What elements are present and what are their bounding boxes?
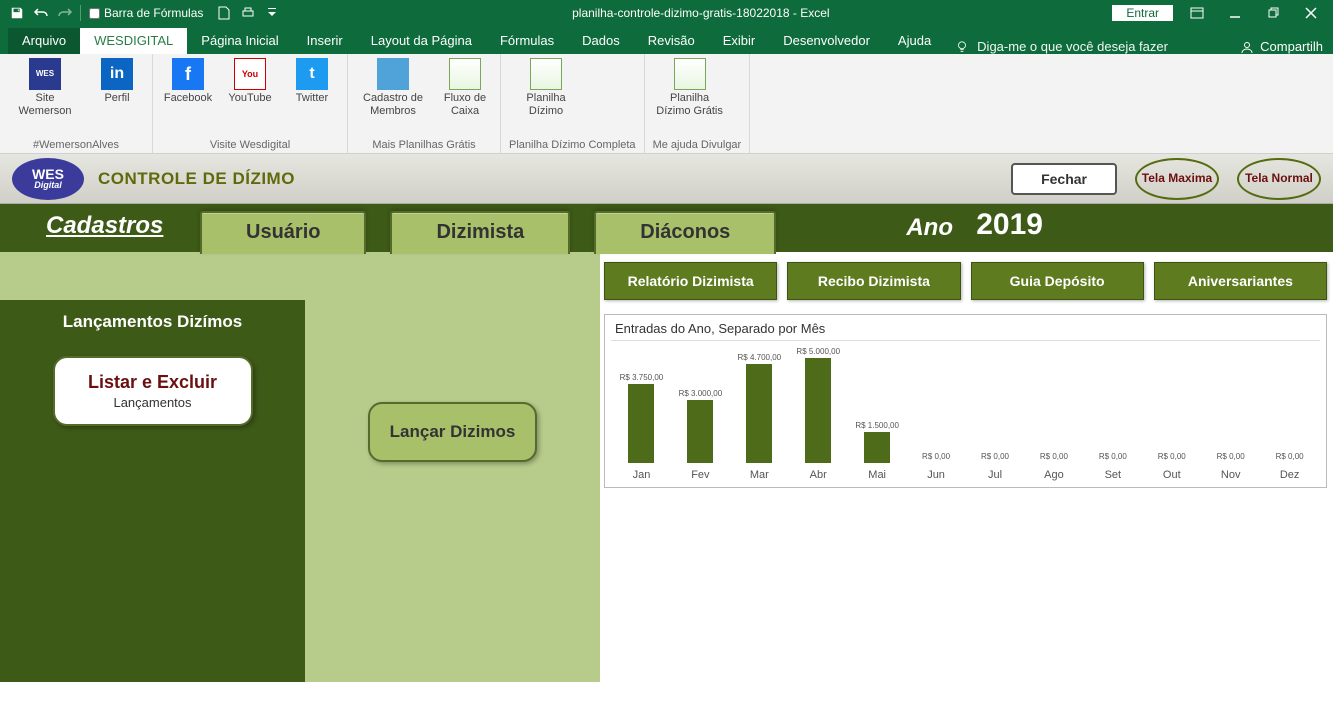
ribbon-cadastro-de-membros[interactable]: Cadastro de Membros — [356, 58, 430, 117]
ribbon-group-label: Me ajuda Divulgar — [653, 137, 742, 151]
lancar-dizimos-button[interactable]: Lançar Dizimos — [368, 402, 538, 462]
wes-logo: WES Digital — [12, 158, 84, 200]
lancamentos-title: Lançamentos Dizímos — [22, 312, 283, 332]
ribbon-perfil[interactable]: inPerfil — [90, 58, 144, 105]
aniversariantes-button[interactable]: Aniversariantes — [1154, 262, 1327, 300]
tell-me-search[interactable]: Diga-me o que você deseja fazer — [955, 39, 1168, 54]
ribbon-facebook[interactable]: fFacebook — [161, 58, 215, 105]
ribbon-group-label: Mais Planilhas Grátis — [356, 137, 492, 151]
tab-inserir[interactable]: Inserir — [293, 28, 357, 54]
share-icon — [1240, 40, 1254, 54]
chart-bar-fev: R$ 3.000,00Fev — [672, 345, 729, 481]
site-wemerson-icon: WES — [29, 58, 61, 90]
tab-revis-o[interactable]: Revisão — [634, 28, 709, 54]
tab-usu-rio[interactable]: Usuário — [200, 211, 366, 254]
sign-in-button[interactable]: Entrar — [1112, 5, 1173, 21]
tab-wesdigital[interactable]: WESDIGITAL — [80, 28, 187, 54]
ribbon-group-label: Visite Wesdigital — [161, 137, 339, 151]
planilha-d-zimo-icon — [530, 58, 562, 90]
tela-maxima-button[interactable]: Tela Maxima — [1135, 158, 1219, 200]
tab-ajuda[interactable]: Ajuda — [884, 28, 945, 54]
youtube-icon: You — [234, 58, 266, 90]
new-file-icon[interactable] — [215, 4, 233, 22]
lightbulb-icon — [955, 40, 969, 54]
guia-dep-sito-button[interactable]: Guia Depósito — [971, 262, 1144, 300]
ribbon-site-wemerson[interactable]: WESSite Wemerson — [8, 58, 82, 117]
tab-file[interactable]: Arquivo — [8, 28, 80, 54]
chart-title: Entradas do Ano, Separado por Mês — [611, 319, 1320, 341]
ribbon-twitter[interactable]: tTwitter — [285, 58, 339, 105]
quick-print-icon[interactable] — [239, 4, 257, 22]
tab-exibir[interactable]: Exibir — [709, 28, 770, 54]
chart-bar-out: R$ 0,00Out — [1143, 345, 1200, 481]
chart-bar-dez: R$ 0,00Dez — [1261, 345, 1318, 481]
chart-entradas-ano: Entradas do Ano, Separado por Mês R$ 3.7… — [604, 314, 1327, 488]
tab-layout-da-p-gina[interactable]: Layout da Página — [357, 28, 486, 54]
recibo-dizimista-button[interactable]: Recibo Dizimista — [787, 262, 960, 300]
ribbon-group-label: Planilha Dízimo Completa — [509, 137, 636, 151]
ano-label: Ano — [906, 214, 953, 242]
window-title: planilha-controle-dizimo-gratis-18022018… — [289, 6, 1112, 20]
tab-p-gina-inicial[interactable]: Página Inicial — [187, 28, 292, 54]
tab-di-conos[interactable]: Diáconos — [594, 211, 776, 254]
cadastro-de-membros-icon — [377, 58, 409, 90]
formula-bar-label: Barra de Fórmulas — [104, 6, 203, 20]
restore-icon[interactable] — [1259, 3, 1287, 23]
qat-customize-icon[interactable] — [263, 4, 281, 22]
planilha-d-zimo-gr-tis-icon — [674, 58, 706, 90]
ribbon-planilha-d-zimo[interactable]: Planilha Dízimo — [509, 58, 583, 117]
tab-f-rmulas[interactable]: Fórmulas — [486, 28, 568, 54]
fechar-button[interactable]: Fechar — [1011, 163, 1117, 195]
tab-dados[interactable]: Dados — [568, 28, 634, 54]
minimize-icon[interactable] — [1221, 3, 1249, 23]
page-title: CONTROLE DE DÍZIMO — [98, 169, 295, 189]
chart-bar-nov: R$ 0,00Nov — [1202, 345, 1259, 481]
ribbon-youtube[interactable]: YouYouTube — [223, 58, 277, 105]
cadastros-heading[interactable]: Cadastros — [46, 212, 163, 240]
chart-bar-set: R$ 0,00Set — [1084, 345, 1141, 481]
ribbon-fluxo-de-caixa[interactable]: Fluxo de Caixa — [438, 58, 492, 117]
ribbon-display-icon[interactable] — [1183, 3, 1211, 23]
ribbon-group-label: #WemersonAlves — [8, 137, 144, 151]
tela-normal-button[interactable]: Tela Normal — [1237, 158, 1321, 200]
chart-bar-jun: R$ 0,00Jun — [908, 345, 965, 481]
facebook-icon: f — [172, 58, 204, 90]
chart-bar-abr: R$ 5.000,00Abr — [790, 345, 847, 481]
chart-bar-ago: R$ 0,00Ago — [1025, 345, 1082, 481]
chart-bar-jul: R$ 0,00Jul — [967, 345, 1024, 481]
formula-bar-toggle[interactable]: Barra de Fórmulas — [89, 6, 203, 20]
fluxo-de-caixa-icon — [449, 58, 481, 90]
listar-excluir-button[interactable]: Listar e Excluir Lançamentos — [53, 356, 253, 426]
share-button[interactable]: Compartilh — [1240, 39, 1333, 54]
redo-icon[interactable] — [56, 4, 74, 22]
tab-desenvolvedor[interactable]: Desenvolvedor — [769, 28, 884, 54]
undo-icon[interactable] — [32, 4, 50, 22]
ribbon-planilha-d-zimo-gr-tis[interactable]: Planilha Dízimo Grátis — [653, 58, 727, 117]
chart-bar-mai: R$ 1.500,00Mai — [849, 345, 906, 481]
chart-bar-jan: R$ 3.750,00Jan — [613, 345, 670, 481]
chart-bar-mar: R$ 4.700,00Mar — [731, 345, 788, 481]
save-icon[interactable] — [8, 4, 26, 22]
relat-rio-dizimista-button[interactable]: Relatório Dizimista — [604, 262, 777, 300]
close-icon[interactable] — [1297, 3, 1325, 23]
perfil-icon: in — [101, 58, 133, 90]
tab-dizimista[interactable]: Dizimista — [390, 211, 570, 254]
twitter-icon: t — [296, 58, 328, 90]
ano-value: 2019 — [976, 208, 1043, 242]
